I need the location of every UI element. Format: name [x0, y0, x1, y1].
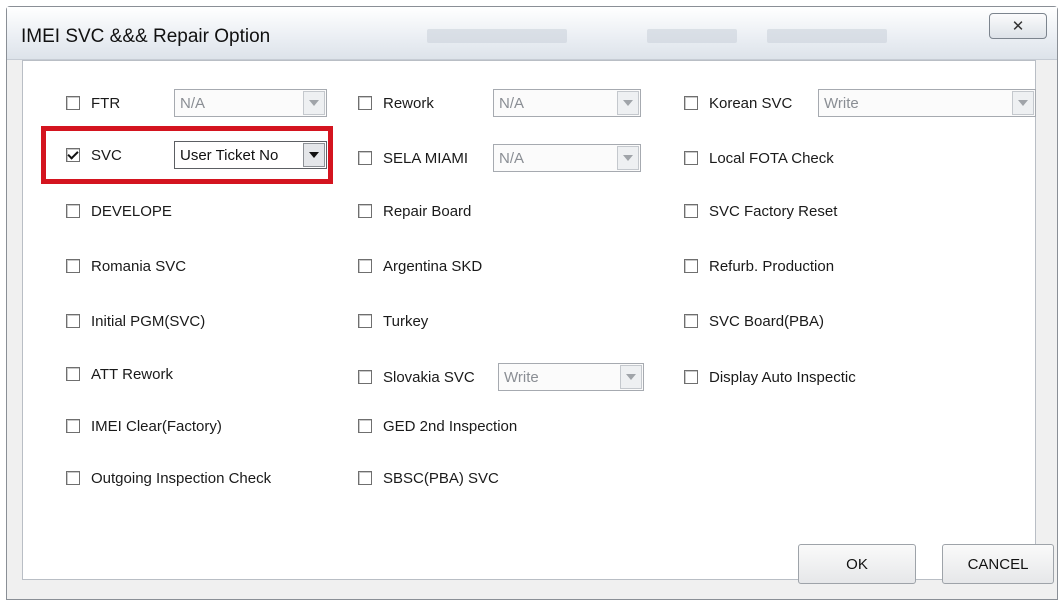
checkbox-refurb-production[interactable] [684, 259, 698, 273]
label-imei-clear: IMEI Clear(Factory) [91, 417, 222, 435]
checkbox-ftr[interactable] [66, 96, 80, 110]
close-icon: ✕ [1011, 18, 1025, 35]
checkbox-display-auto[interactable] [684, 370, 698, 384]
option-romania-svc[interactable]: Romania SVC [66, 249, 186, 283]
select-korean-svc-value: Write [824, 94, 859, 112]
option-svc-factory-reset[interactable]: SVC Factory Reset [684, 194, 837, 228]
option-svc-board[interactable]: SVC Board(PBA) [684, 304, 824, 338]
close-button[interactable]: ✕ [989, 13, 1047, 39]
background-ghost [767, 29, 887, 43]
window-title: IMEI SVC &&& Repair Option [21, 26, 271, 47]
select-slovakia-svc[interactable]: Write [498, 363, 644, 391]
option-initial-pgm[interactable]: Initial PGM(SVC) [66, 304, 205, 338]
chevron-down-icon[interactable] [1012, 91, 1034, 115]
label-svc-factory-reset: SVC Factory Reset [709, 202, 838, 220]
label-outgoing-inspection: Outgoing Inspection Check [91, 469, 272, 487]
checkbox-romania-svc[interactable] [66, 259, 80, 273]
label-rework: Rework [383, 94, 434, 112]
checkbox-argentina-skd[interactable] [358, 259, 372, 273]
chevron-down-icon[interactable] [617, 146, 639, 170]
select-slovakia-svc-value: Write [504, 368, 539, 386]
checkbox-ged-2nd[interactable] [358, 419, 372, 433]
background-ghost [427, 29, 567, 43]
option-korean-svc[interactable]: Korean SVC [684, 86, 792, 120]
option-imei-clear[interactable]: IMEI Clear(Factory) [66, 409, 222, 443]
label-ftr: FTR [91, 94, 121, 112]
option-argentina-skd[interactable]: Argentina SKD [358, 249, 482, 283]
chevron-down-icon[interactable] [303, 91, 325, 115]
checkbox-svc[interactable] [66, 148, 80, 162]
checkbox-outgoing-inspection[interactable] [66, 471, 80, 485]
label-att-rework: ATT Rework [91, 365, 173, 383]
chevron-down-icon[interactable] [303, 143, 325, 167]
label-local-fota: Local FOTA Check [709, 149, 834, 167]
option-slovakia-svc[interactable]: Slovakia SVC [358, 360, 475, 394]
checkbox-korean-svc[interactable] [684, 96, 698, 110]
option-develope[interactable]: DEVELOPE [66, 194, 172, 228]
chevron-down-icon[interactable] [620, 365, 642, 389]
label-korean-svc: Korean SVC [709, 94, 793, 112]
label-svc: SVC [91, 146, 122, 164]
select-rework[interactable]: N/A [493, 89, 641, 117]
label-refurb-production: Refurb. Production [709, 257, 835, 275]
label-slovakia-svc: Slovakia SVC [383, 368, 475, 386]
option-att-rework[interactable]: ATT Rework [66, 357, 173, 391]
label-sbsc-svc: SBSC(PBA) SVC [383, 469, 499, 487]
option-sbsc-svc[interactable]: SBSC(PBA) SVC [358, 461, 499, 495]
checkbox-turkey[interactable] [358, 314, 372, 328]
select-rework-value: N/A [499, 94, 525, 112]
option-turkey[interactable]: Turkey [358, 304, 428, 338]
checkbox-develope[interactable] [66, 204, 80, 218]
cancel-button[interactable]: CANCEL [942, 544, 1054, 584]
select-svc[interactable]: User Ticket No [174, 141, 327, 169]
label-ged-2nd: GED 2nd Inspection [383, 417, 518, 435]
checkbox-svc-board[interactable] [684, 314, 698, 328]
chevron-down-icon[interactable] [617, 91, 639, 115]
checkbox-svc-factory-reset[interactable] [684, 204, 698, 218]
select-svc-value: User Ticket No [180, 146, 279, 164]
label-svc-board: SVC Board(PBA) [709, 312, 825, 330]
checkbox-slovakia-svc[interactable] [358, 370, 372, 384]
checkbox-initial-pgm[interactable] [66, 314, 80, 328]
label-romania-svc: Romania SVC [91, 257, 187, 275]
option-local-fota[interactable]: Local FOTA Check [684, 141, 834, 175]
label-repair-board: Repair Board [383, 202, 472, 220]
option-rework[interactable]: Rework [358, 86, 434, 120]
option-repair-board[interactable]: Repair Board [358, 194, 471, 228]
option-sela-miami[interactable]: SELA MIAMI [358, 141, 468, 175]
background-ghost [647, 29, 737, 43]
checkbox-imei-clear[interactable] [66, 419, 80, 433]
option-svc[interactable]: SVC [66, 138, 122, 172]
select-ftr[interactable]: N/A [174, 89, 327, 117]
checkbox-sbsc-svc[interactable] [358, 471, 372, 485]
label-initial-pgm: Initial PGM(SVC) [91, 312, 206, 330]
ok-button[interactable]: OK [798, 544, 916, 584]
option-display-auto[interactable]: Display Auto Inspectic [684, 360, 856, 394]
checkbox-sela-miami[interactable] [358, 151, 372, 165]
checkbox-att-rework[interactable] [66, 367, 80, 381]
option-outgoing-inspection[interactable]: Outgoing Inspection Check [66, 461, 271, 495]
checkbox-rework[interactable] [358, 96, 372, 110]
select-sela-miami[interactable]: N/A [493, 144, 641, 172]
label-sela-miami: SELA MIAMI [383, 149, 469, 167]
checkbox-repair-board[interactable] [358, 204, 372, 218]
label-display-auto: Display Auto Inspectic [709, 368, 856, 386]
title-bar: IMEI SVC &&& Repair Option ✕ [7, 7, 1057, 60]
option-ged-2nd[interactable]: GED 2nd Inspection [358, 409, 517, 443]
option-ftr[interactable]: FTR [66, 86, 120, 120]
select-ftr-value: N/A [180, 94, 206, 112]
label-argentina-skd: Argentina SKD [383, 257, 483, 275]
checkbox-local-fota[interactable] [684, 151, 698, 165]
label-develope: DEVELOPE [91, 202, 172, 220]
select-korean-svc[interactable]: Write [818, 89, 1036, 117]
select-sela-miami-value: N/A [499, 149, 525, 167]
option-refurb-production[interactable]: Refurb. Production [684, 249, 834, 283]
label-turkey: Turkey [383, 312, 429, 330]
